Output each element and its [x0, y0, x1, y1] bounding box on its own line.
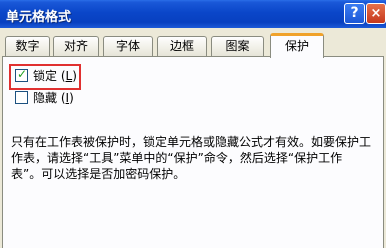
format-cells-dialog: 单元格格式 ? × 数字 对齐 字体 边框 图案 保护 锁定 (L) — [0, 0, 386, 248]
note-line: 作表，请选择“工具”菜单中的“保护”命令，然后选择“保护工作 — [11, 151, 343, 165]
tab-label: 数字 — [15, 39, 40, 53]
tab-label: 对齐 — [63, 39, 88, 53]
tab-font[interactable]: 字体 — [103, 36, 153, 56]
protection-panel: 锁定 (L) 隐藏 (I) 只有在工作表被保护时，锁定单元格或隐藏公式才有效。如… — [2, 56, 384, 248]
tab-alignment[interactable]: 对齐 — [53, 36, 99, 56]
tab-patterns[interactable]: 图案 — [211, 36, 264, 56]
tab-label: 边框 — [169, 39, 194, 53]
help-button[interactable]: ? — [344, 3, 365, 24]
title-bar[interactable]: 单元格格式 ? × — [0, 0, 386, 28]
tab-label: 图案 — [225, 39, 250, 53]
note-line: 只有在工作表被保护时，锁定单元格或隐藏公式才有效。如要保护工 — [11, 135, 372, 149]
hidden-checkbox[interactable] — [15, 91, 28, 104]
help-icon: ? — [350, 5, 359, 21]
locked-checkbox[interactable] — [15, 67, 28, 82]
protection-note: 只有在工作表被保护时，锁定单元格或隐藏公式才有效。如要保护工 作表，请选择“工具… — [11, 134, 381, 182]
tab-label: 字体 — [115, 39, 140, 53]
dialog-title: 单元格格式 — [6, 10, 72, 25]
note-line: 表”。可以选择是否加密码保护。 — [11, 167, 186, 181]
tab-label: 保护 — [284, 39, 309, 53]
hidden-label[interactable]: 隐藏 (I) — [33, 90, 74, 106]
locked-label[interactable]: 锁定 (L) — [33, 68, 77, 84]
tab-border[interactable]: 边框 — [157, 36, 207, 56]
tab-number[interactable]: 数字 — [5, 36, 50, 56]
close-icon: × — [370, 6, 382, 21]
tab-strip: 数字 对齐 字体 边框 图案 保护 — [0, 33, 386, 58]
tab-protection[interactable]: 保护 — [270, 33, 324, 58]
close-button[interactable]: × — [366, 3, 386, 24]
